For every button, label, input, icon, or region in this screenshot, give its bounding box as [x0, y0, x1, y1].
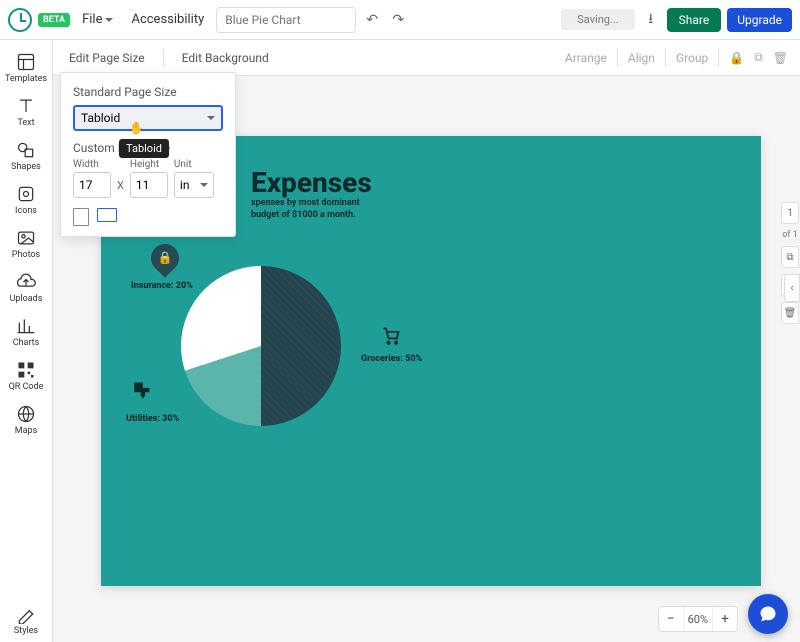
chevron-down-icon	[105, 18, 113, 22]
sidebar-label: Templates	[5, 74, 47, 84]
redo-button[interactable]: ↷	[388, 10, 408, 30]
align-button[interactable]: Align	[628, 51, 655, 65]
sidebar-label: QR Code	[9, 382, 44, 392]
sidebar-label: Photos	[12, 250, 40, 260]
sidebar-item-text[interactable]: Text	[2, 90, 50, 134]
accessibility-menu[interactable]: Accessibility	[125, 8, 210, 31]
standard-size-title: Standard Page Size	[73, 85, 223, 99]
separator	[665, 49, 666, 67]
edit-page-size-button[interactable]: Edit Page Size	[65, 47, 149, 69]
unit-label: Unit	[174, 159, 214, 170]
edit-background-button[interactable]: Edit Background	[178, 47, 273, 69]
height-label: Height	[130, 159, 168, 170]
orientation-portrait-button[interactable]	[73, 208, 89, 226]
uploads-icon	[16, 272, 36, 292]
standard-size-select[interactable]: Tabloid	[73, 105, 223, 131]
pie-label-utilities[interactable]: Utilities: 30%	[126, 414, 179, 424]
photos-icon	[16, 228, 36, 248]
qrcode-icon	[16, 360, 36, 380]
sidebar-item-uploads[interactable]: Uploads	[2, 266, 50, 310]
cart-icon[interactable]	[381, 326, 401, 346]
copy-icon[interactable]: ⧉	[754, 50, 763, 65]
page-number-box[interactable]: 1	[781, 202, 799, 224]
app-header: BETA File Accessibility ↶ ↷ Saving... ⭳ …	[0, 0, 800, 40]
pie-chart[interactable]	[181, 266, 341, 426]
sidebar-item-maps[interactable]: Maps	[2, 398, 50, 442]
sidebar-label: Charts	[13, 338, 40, 348]
unit-select[interactable]: in	[174, 172, 214, 198]
tap-icon[interactable]	[131, 376, 157, 402]
pointer-cursor-icon: ✋	[129, 121, 144, 135]
dimension-x: X	[117, 179, 124, 192]
lock-bubble-icon[interactable]: 🔒	[145, 238, 185, 278]
sidebar-item-qrcode[interactable]: QR Code	[2, 354, 50, 398]
size-tooltip: Tabloid	[119, 139, 169, 158]
sidebar-item-templates[interactable]: Templates	[2, 46, 50, 90]
beta-badge: BETA	[38, 13, 70, 27]
group-button[interactable]: Group	[676, 51, 708, 65]
delete-page-button[interactable]: 🗑	[781, 302, 799, 324]
icons-icon	[16, 184, 36, 204]
duplicate-page-button[interactable]: ⧉	[781, 246, 799, 268]
collapse-strip-handle[interactable]: ‹	[784, 274, 800, 302]
chevron-down-icon	[207, 116, 215, 120]
edit-toolbar: Edit Page Size Edit Background Arrange A…	[53, 40, 800, 76]
pie-label-insurance[interactable]: Insurance: 20%	[131, 281, 193, 291]
chat-button[interactable]	[748, 594, 788, 634]
shapes-icon	[16, 140, 36, 160]
sidebar-item-shapes[interactable]: Shapes	[2, 134, 50, 178]
styles-icon	[16, 604, 36, 624]
sidebar-label: Styles	[14, 626, 38, 636]
separator	[163, 49, 164, 67]
undo-button[interactable]: ↶	[362, 10, 382, 30]
pie-label-groceries[interactable]: Groceries: 50%	[361, 354, 422, 364]
left-sidebar: Templates Text Shapes Icons Photos Uploa…	[0, 40, 53, 642]
file-menu[interactable]: File	[76, 8, 119, 31]
separator	[617, 49, 618, 67]
zoom-out-button[interactable]: −	[659, 607, 683, 631]
sidebar-item-charts[interactable]: Charts	[2, 310, 50, 354]
lock-icon[interactable]: 🔒	[729, 51, 744, 65]
sidebar-label: Shapes	[11, 162, 41, 172]
infographic-title[interactable]: Expenses	[251, 166, 372, 199]
chevron-down-icon	[200, 183, 208, 187]
sidebar-item-photos[interactable]: Photos	[2, 222, 50, 266]
selected-size-label: Tabloid	[81, 111, 120, 125]
page-size-panel: Standard Page Size Tabloid ✋ Tabloid Cus…	[60, 72, 236, 237]
zoom-value[interactable]: 60%	[683, 607, 713, 631]
height-input[interactable]	[130, 172, 168, 198]
separator	[718, 49, 719, 67]
file-menu-label: File	[82, 12, 102, 27]
sidebar-label: Text	[17, 118, 34, 128]
app-logo[interactable]	[8, 8, 32, 32]
templates-icon	[16, 52, 36, 72]
sidebar-item-styles[interactable]: Styles	[2, 598, 50, 642]
infographic-subtitle[interactable]: xpenses by most dominant budget of $1000…	[251, 198, 360, 221]
share-button[interactable]: Share	[667, 8, 722, 32]
sidebar-item-icons[interactable]: Icons	[2, 178, 50, 222]
page-strip: 1 of 1 ⧉ ＋ 🗑	[780, 202, 800, 324]
subtitle-line: xpenses by most dominant	[251, 198, 360, 208]
sidebar-label: Maps	[15, 426, 37, 436]
download-button[interactable]: ⭳	[641, 10, 661, 30]
trash-icon[interactable]: 🗑	[773, 51, 788, 65]
arrange-button[interactable]: Arrange	[565, 51, 607, 65]
width-input[interactable]	[73, 172, 111, 198]
page-count-label: of 1	[782, 230, 798, 240]
zoom-in-button[interactable]: +	[713, 607, 737, 631]
charts-icon	[16, 316, 36, 336]
unit-value: in	[180, 178, 190, 192]
maps-icon	[16, 404, 36, 424]
zoom-control: − 60% +	[658, 606, 738, 632]
upgrade-button[interactable]: Upgrade	[727, 8, 792, 32]
orientation-landscape-button[interactable]	[97, 208, 117, 222]
chat-icon	[758, 604, 778, 624]
text-icon	[16, 96, 36, 116]
sidebar-label: Uploads	[10, 294, 43, 304]
subtitle-line: budget of $1000 a month.	[251, 210, 356, 220]
sidebar-label: Icons	[15, 206, 37, 216]
width-label: Width	[73, 159, 111, 170]
save-status: Saving...	[561, 9, 634, 30]
document-title-input[interactable]	[216, 7, 356, 33]
